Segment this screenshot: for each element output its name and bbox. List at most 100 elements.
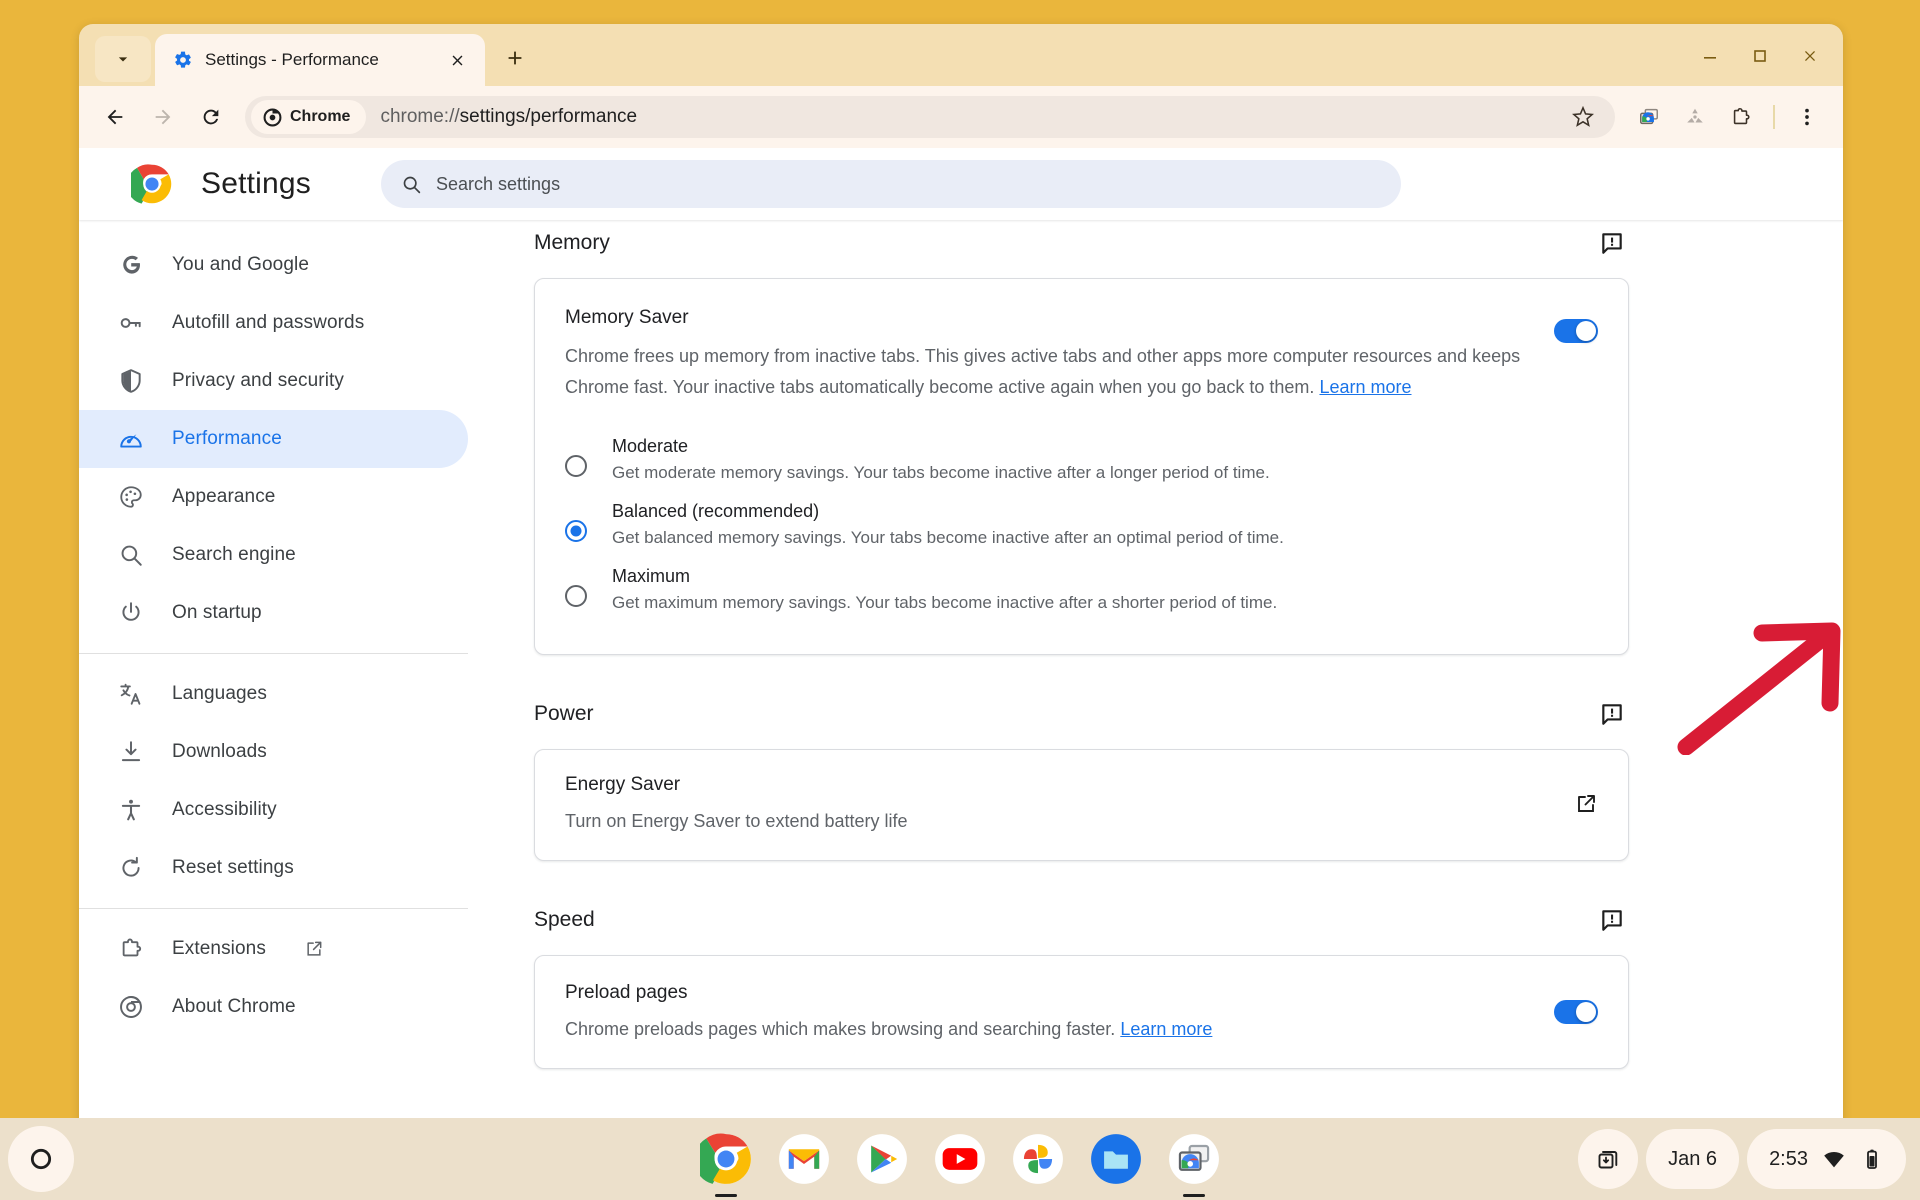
extensions-puzzle-icon xyxy=(118,936,144,962)
sidebar-item-extensions[interactable]: Extensions xyxy=(79,920,468,978)
shelf-app-youtube[interactable] xyxy=(934,1133,986,1185)
energy-saver-card[interactable]: Energy Saver Turn on Energy Saver to ext… xyxy=(534,749,1629,861)
gmail-icon xyxy=(779,1134,829,1184)
maximize-button[interactable] xyxy=(1737,36,1783,76)
browser-menu-button[interactable] xyxy=(1785,95,1829,139)
sidebar-item-autofill-and-passwords[interactable]: Autofill and passwords xyxy=(79,294,468,352)
tab-close-button[interactable] xyxy=(443,46,471,74)
sidebar-item-on-startup[interactable]: On startup xyxy=(79,584,468,642)
system-tray-button[interactable]: 2:53 xyxy=(1747,1129,1906,1189)
plus-icon xyxy=(508,51,522,65)
share-button[interactable] xyxy=(1673,95,1717,139)
option-label: Moderate xyxy=(612,436,689,456)
reload-button[interactable] xyxy=(189,95,233,139)
shelf-app-chrome[interactable] xyxy=(694,1133,752,1185)
sidebar-item-privacy-and-security[interactable]: Privacy and security xyxy=(79,352,468,410)
search-input[interactable] xyxy=(436,173,1381,195)
shelf-app-play-store[interactable] xyxy=(856,1133,908,1185)
settings-page: Settings You and Google xyxy=(79,148,1843,1144)
memory-section-header: Memory xyxy=(534,230,1629,256)
memory-option-moderate-text: Moderate Get moderate memory savings. Yo… xyxy=(612,436,1270,483)
download-icon xyxy=(118,739,144,765)
sidebar-item-performance[interactable]: Performance xyxy=(79,410,468,468)
chromeos-shelf: Jan 6 2:53 xyxy=(0,1118,1920,1200)
forward-button[interactable] xyxy=(141,95,185,139)
sidebar-item-label: Privacy and security xyxy=(172,370,345,391)
chromeos-desktop: Settings - Performance Chrome chrome://s… xyxy=(0,0,1920,1200)
sidebar-item-label: Search engine xyxy=(172,544,296,565)
memory-saver-row: Memory Saver Chrome frees up memory from… xyxy=(535,279,1628,429)
chrome-logo-icon xyxy=(131,164,172,204)
radio-balanced[interactable] xyxy=(565,520,587,542)
gear-icon xyxy=(175,51,191,68)
option-label: Balanced (recommended) xyxy=(612,501,820,521)
shelf-app-tab-groups[interactable] xyxy=(1168,1133,1220,1185)
memory-saver-learn-more-link[interactable]: Learn more xyxy=(1319,377,1411,397)
back-button[interactable] xyxy=(93,95,137,139)
close-icon xyxy=(452,55,462,65)
files-icon xyxy=(1091,1134,1141,1184)
toggle-knob xyxy=(1576,1002,1596,1022)
memory-saver-toggle[interactable] xyxy=(1554,319,1598,343)
minimize-button[interactable] xyxy=(1687,36,1733,76)
sidebar-item-about-chrome[interactable]: About Chrome xyxy=(79,978,468,1036)
tab-search-button[interactable] xyxy=(95,36,151,82)
browser-toolbar: Chrome chrome://settings/performance xyxy=(79,86,1843,148)
date-tray-button[interactable]: Jan 6 xyxy=(1646,1129,1740,1189)
three-dot-menu-icon xyxy=(1805,108,1809,126)
address-bar-url: chrome://settings/performance xyxy=(380,106,1561,128)
bookmark-star-button[interactable] xyxy=(1561,95,1605,139)
sidebar-item-label: Languages xyxy=(172,683,267,704)
radio-maximum[interactable] xyxy=(565,585,587,607)
shelf-app-photos[interactable] xyxy=(1012,1133,1064,1185)
launcher-button[interactable] xyxy=(8,1126,74,1192)
tab-group-button[interactable] xyxy=(1627,95,1671,139)
shelf-app-files[interactable] xyxy=(1090,1133,1142,1185)
sidebar-item-appearance[interactable]: Appearance xyxy=(79,468,468,526)
preload-pages-learn-more-link[interactable]: Learn more xyxy=(1120,1019,1212,1039)
radio-moderate[interactable] xyxy=(565,455,587,477)
feedback-icon[interactable] xyxy=(1599,230,1625,256)
memory-saver-title: Memory Saver xyxy=(565,307,689,328)
status-date: Jan 6 xyxy=(1668,1147,1718,1170)
open-in-new-icon[interactable] xyxy=(1574,792,1598,816)
minimize-icon xyxy=(1704,57,1716,59)
sidebar-item-label: About Chrome xyxy=(172,996,296,1017)
sidebar-item-downloads[interactable]: Downloads xyxy=(79,723,468,781)
address-bar[interactable]: Chrome chrome://settings/performance xyxy=(245,96,1615,138)
memory-saver-description: Chrome frees up memory from inactive tab… xyxy=(565,341,1534,403)
downloads-tray-button[interactable] xyxy=(1578,1129,1639,1189)
extensions-button[interactable] xyxy=(1719,95,1763,139)
sidebar-item-accessibility[interactable]: Accessibility xyxy=(79,781,468,839)
feedback-icon[interactable] xyxy=(1599,701,1625,727)
sidebar-item-search-engine[interactable]: Search engine xyxy=(79,526,468,584)
sidebar-item-reset-settings[interactable]: Reset settings xyxy=(79,839,468,897)
sidebar-item-you-and-google[interactable]: You and Google xyxy=(79,236,468,294)
settings-search-box[interactable] xyxy=(381,160,1401,208)
chevron-down-icon xyxy=(118,57,128,62)
preload-pages-toggle[interactable] xyxy=(1554,1000,1598,1024)
memory-option-maximum[interactable]: Maximum Get maximum memory savings. Your… xyxy=(565,559,1598,624)
new-tab-button[interactable] xyxy=(493,36,537,80)
reload-icon xyxy=(203,109,219,125)
google-g-icon xyxy=(118,252,144,278)
tab-group-icon xyxy=(1640,108,1658,125)
feedback-icon[interactable] xyxy=(1599,907,1625,933)
memory-option-moderate[interactable]: Moderate Get moderate memory savings. Yo… xyxy=(565,429,1598,494)
sidebar-item-label: On startup xyxy=(172,602,262,623)
chrome-chip[interactable]: Chrome xyxy=(251,100,367,134)
sidebar-item-label: Accessibility xyxy=(172,799,277,820)
back-arrow-icon xyxy=(107,109,123,125)
memory-saver-toggle-wrap xyxy=(1554,307,1598,343)
energy-saver-row: Energy Saver Turn on Energy Saver to ext… xyxy=(535,750,1628,860)
youtube-icon xyxy=(935,1134,985,1184)
shelf-app-gmail[interactable] xyxy=(778,1133,830,1185)
tab-settings-performance[interactable]: Settings - Performance xyxy=(155,34,485,86)
close-window-button[interactable] xyxy=(1787,36,1833,76)
memory-option-maximum-text: Maximum Get maximum memory savings. Your… xyxy=(612,566,1277,613)
memory-option-balanced[interactable]: Balanced (recommended) Get balanced memo… xyxy=(565,494,1598,559)
battery-icon xyxy=(1867,1149,1877,1169)
star-icon xyxy=(1572,106,1594,127)
url-scheme: chrome:// xyxy=(380,106,460,127)
sidebar-item-languages[interactable]: Languages xyxy=(79,665,468,723)
